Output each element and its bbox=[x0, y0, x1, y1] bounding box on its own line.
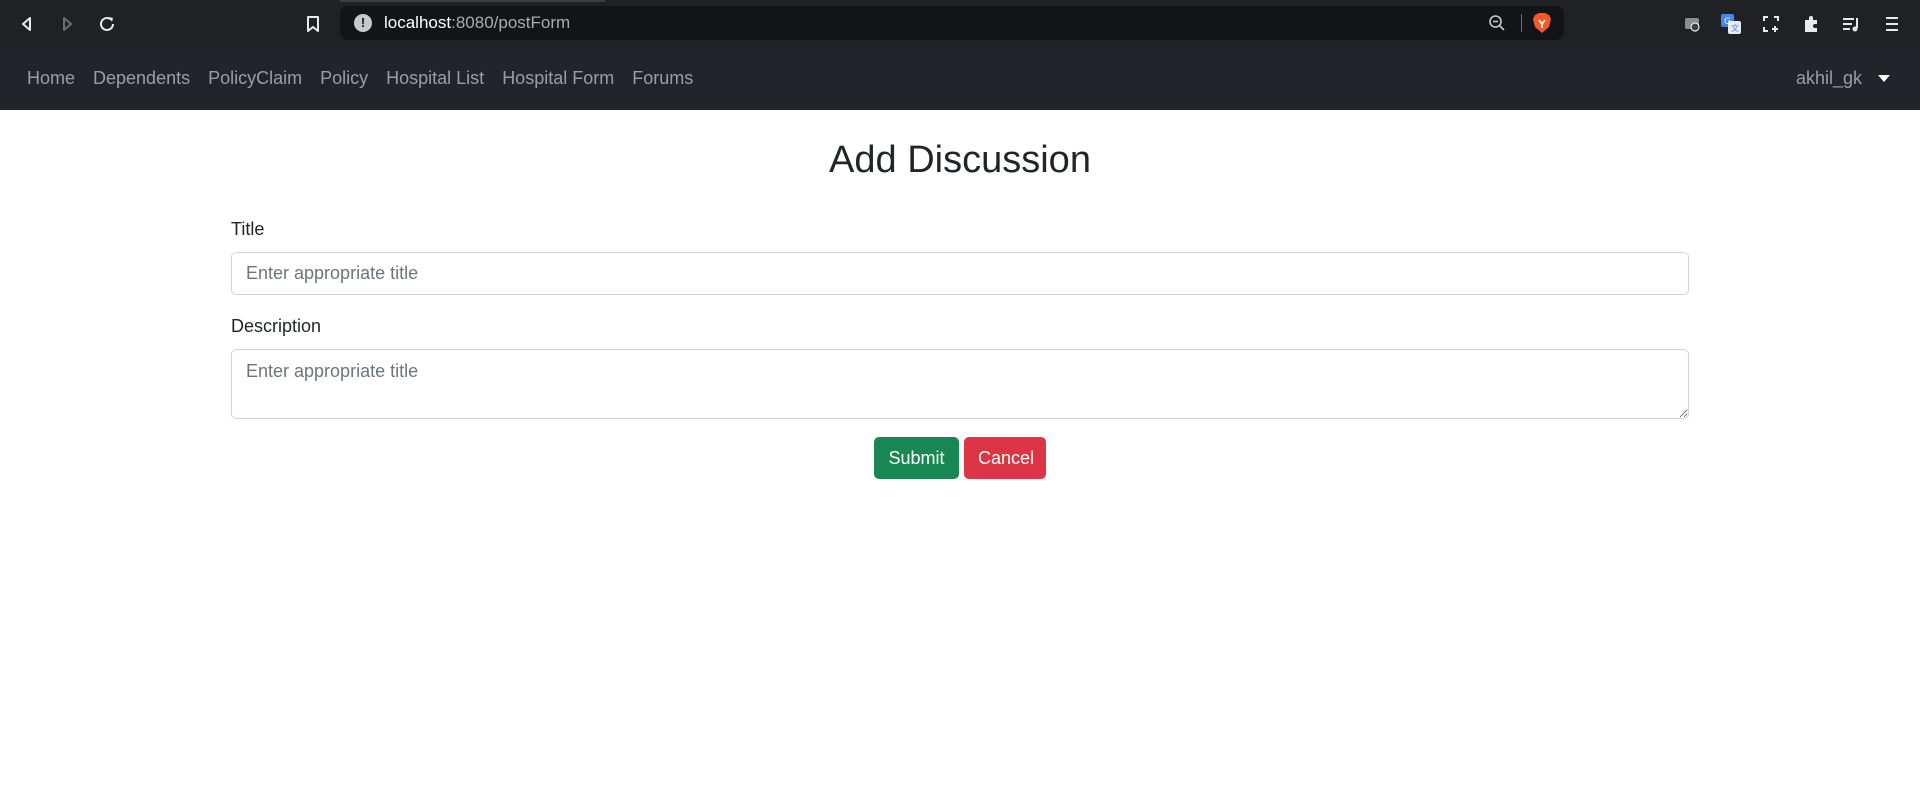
svg-text:文: 文 bbox=[1731, 23, 1739, 33]
nav-links: Home Dependents PolicyClaim Policy Hospi… bbox=[18, 47, 702, 110]
tab-indicator bbox=[340, 0, 605, 2]
page-title: Add Discussion bbox=[829, 139, 1091, 181]
title-label: Title bbox=[231, 219, 265, 239]
user-dropdown[interactable]: akhil_gk bbox=[1796, 47, 1890, 110]
caret-down-icon bbox=[1878, 75, 1890, 82]
user-name: akhil_gk bbox=[1795, 68, 1862, 88]
main-navbar: Home Dependents PolicyClaim Policy Hospi… bbox=[0, 47, 1920, 110]
nav-link-hospital-form[interactable]: Hospital Form bbox=[493, 68, 623, 89]
svg-text:G: G bbox=[1724, 17, 1731, 27]
reload-icon[interactable] bbox=[92, 9, 122, 39]
extension-cast-icon[interactable] bbox=[1680, 12, 1704, 36]
nav-link-policyclaim[interactable]: PolicyClaim bbox=[199, 68, 311, 89]
translate-icon[interactable]: G文 bbox=[1719, 12, 1743, 36]
description-textarea[interactable] bbox=[231, 349, 1689, 419]
menu-icon[interactable] bbox=[1880, 12, 1904, 36]
address-divider bbox=[1521, 14, 1522, 32]
back-icon[interactable] bbox=[12, 9, 42, 39]
nav-link-forums[interactable]: Forums bbox=[623, 68, 702, 89]
brave-shield-icon[interactable] bbox=[1532, 12, 1552, 34]
address-bar[interactable]: ! localhost:8080/postForm bbox=[340, 6, 1564, 40]
zoom-icon[interactable] bbox=[1488, 14, 1506, 37]
nav-link-hospital-list[interactable]: Hospital List bbox=[377, 68, 493, 89]
cancel-button[interactable]: Cancel bbox=[964, 437, 1046, 479]
submit-button[interactable]: Submit bbox=[874, 437, 959, 479]
title-input[interactable] bbox=[231, 252, 1689, 295]
screenshot-icon[interactable] bbox=[1759, 12, 1783, 36]
nav-link-home[interactable]: Home bbox=[18, 68, 84, 89]
url-text[interactable]: localhost:8080/postForm bbox=[384, 14, 570, 32]
forward-icon[interactable] bbox=[52, 9, 82, 39]
nav-link-policy[interactable]: Policy bbox=[311, 68, 377, 89]
bookmark-icon[interactable] bbox=[298, 9, 328, 39]
reading-list-icon[interactable] bbox=[1839, 12, 1863, 36]
puzzle-extensions-icon[interactable] bbox=[1799, 12, 1823, 36]
nav-link-dependents[interactable]: Dependents bbox=[84, 68, 199, 89]
url-host: localhost bbox=[384, 13, 452, 32]
url-path: :8080/postForm bbox=[451, 13, 571, 32]
site-info-icon[interactable]: ! bbox=[354, 14, 372, 32]
description-label: Description bbox=[231, 316, 322, 336]
browser-toolbar: ! localhost:8080/postForm G文 bbox=[0, 0, 1920, 47]
